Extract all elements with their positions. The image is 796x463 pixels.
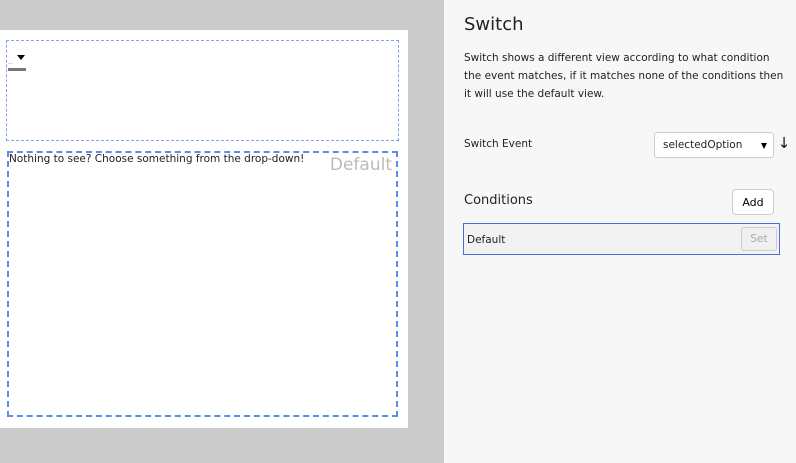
panel-title: Switch bbox=[464, 14, 524, 35]
chevron-down-icon bbox=[17, 55, 25, 60]
panel-description: Switch shows a different view according … bbox=[464, 52, 784, 100]
dropdown-container[interactable]: .. bbox=[6, 40, 399, 141]
add-condition-button[interactable]: Add bbox=[732, 189, 774, 215]
set-button[interactable]: Set bbox=[741, 227, 777, 251]
dropdown-underline bbox=[8, 68, 26, 71]
switch-event-value: selectedOption bbox=[663, 139, 743, 151]
default-view[interactable]: Nothing to see? Choose something from th… bbox=[7, 151, 398, 417]
arrow-down-icon[interactable]: ↓ bbox=[777, 135, 791, 153]
switch-event-label: Switch Event bbox=[464, 138, 533, 150]
condition-row[interactable]: Default Set bbox=[463, 223, 780, 255]
dropdown-value: .. bbox=[8, 58, 13, 66]
condition-name: Default bbox=[467, 234, 506, 246]
default-view-text: Nothing to see? Choose something from th… bbox=[9, 153, 305, 165]
default-view-label: Default bbox=[329, 155, 392, 175]
chevron-down-icon bbox=[761, 143, 767, 149]
dropdown[interactable]: .. bbox=[8, 55, 26, 71]
design-canvas: .. Nothing to see? Choose something from… bbox=[0, 30, 408, 428]
properties-panel: Switch Switch shows a different view acc… bbox=[444, 0, 796, 463]
conditions-label: Conditions bbox=[464, 193, 533, 208]
switch-event-select[interactable]: selectedOption bbox=[654, 132, 774, 158]
